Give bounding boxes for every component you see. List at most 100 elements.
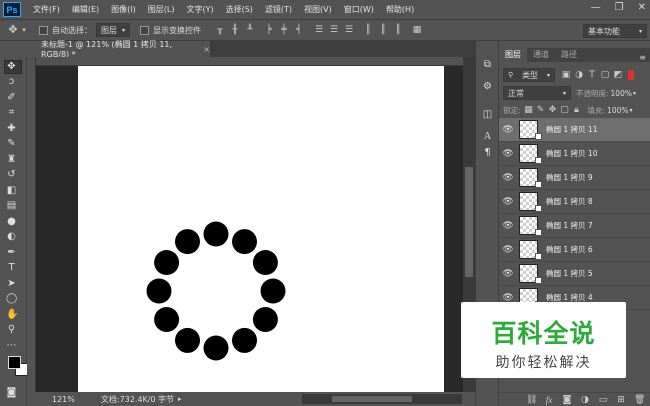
lock-all-icon[interactable]: 🔒︎ <box>572 105 582 115</box>
filter-pixel-icon[interactable]: ▣ <box>561 70 571 80</box>
opacity-value[interactable]: 100% <box>611 89 632 98</box>
document-canvas[interactable] <box>78 66 444 392</box>
adjustments-panel-icon[interactable]: ◫ <box>482 109 493 120</box>
ellipse-tool-icon[interactable]: ◯ <box>6 293 17 304</box>
new-group-icon[interactable]: ▭ <box>598 395 608 405</box>
new-layer-icon[interactable]: ⊞ <box>616 395 626 405</box>
quick-select-tool-icon[interactable]: ✐ <box>6 92 17 103</box>
visibility-eye-icon[interactable]: 👁︎ <box>499 269 517 279</box>
filter-adjustment-icon[interactable]: ◑ <box>574 70 584 80</box>
ellipse-shape[interactable] <box>232 327 257 353</box>
tool-preset-chevron-icon[interactable]: ▾ <box>19 25 29 35</box>
auto-select-dropdown[interactable]: 图层 ▾ <box>96 23 130 37</box>
blur-tool-icon[interactable]: ● <box>6 216 17 227</box>
chevron-down-icon[interactable]: ▾ <box>633 90 636 97</box>
close-icon[interactable]: ✕ <box>638 2 646 13</box>
layer-row[interactable]: 👁︎ 椭圆 1 拷贝 5 <box>499 262 650 286</box>
show-transform-checkbox[interactable] <box>140 25 149 35</box>
menu-view[interactable]: 视图(V) <box>304 4 332 15</box>
history-panel-icon[interactable]: ⧉ <box>482 59 493 70</box>
visibility-eye-icon[interactable]: 👁︎ <box>499 293 517 303</box>
ellipse-shape[interactable] <box>203 221 229 247</box>
ellipse-shape[interactable] <box>203 335 229 361</box>
ellipse-shape[interactable] <box>154 250 180 275</box>
menu-type[interactable]: 文字(Y) <box>186 4 213 15</box>
align-right-icon[interactable]: ╡ <box>294 25 304 35</box>
layer-name[interactable]: 椭圆 1 拷贝 8 <box>546 196 593 207</box>
move-tool-icon[interactable]: ✥ <box>8 24 18 35</box>
filter-type-icon[interactable]: T <box>587 70 597 80</box>
align-hcenter-icon[interactable]: ╪ <box>279 25 289 35</box>
properties-panel-icon[interactable]: ⚙ <box>482 81 493 92</box>
gradient-tool-icon[interactable]: ▤ <box>6 200 17 211</box>
auto-align-icon[interactable]: ▦ <box>412 25 422 35</box>
menu-help[interactable]: 帮助(H) <box>386 4 414 15</box>
layer-style-icon[interactable]: fx <box>544 395 554 405</box>
ellipse-shape[interactable] <box>252 307 278 332</box>
restore-icon[interactable]: ❐ <box>615 2 624 13</box>
layer-name[interactable]: 椭圆 1 拷贝 10 <box>546 148 597 159</box>
distribute-vcenter-icon[interactable]: ☰ <box>329 25 339 35</box>
lock-position-icon[interactable]: ✥ <box>548 105 558 115</box>
new-adjustment-icon[interactable]: ◑ <box>580 395 590 405</box>
layer-row[interactable]: 👁︎ 椭圆 1 拷贝 8 <box>499 190 650 214</box>
auto-select-checkbox[interactable] <box>39 25 48 35</box>
layer-name[interactable]: 椭圆 1 拷贝 6 <box>546 244 593 255</box>
close-tab-icon[interactable]: × <box>203 45 210 54</box>
menu-filter[interactable]: 滤镜(T) <box>265 4 292 15</box>
menu-select[interactable]: 选择(S) <box>226 4 253 15</box>
lock-image-icon[interactable]: ✎ <box>536 105 546 115</box>
fill-value[interactable]: 100% <box>607 106 628 115</box>
visibility-eye-icon[interactable]: 👁︎ <box>499 245 517 255</box>
clone-stamp-icon[interactable]: ♜ <box>6 154 17 165</box>
ellipse-shape[interactable] <box>232 229 257 255</box>
delete-layer-icon[interactable]: 🗑︎ <box>634 395 645 405</box>
layer-name[interactable]: 椭圆 1 拷贝 9 <box>546 172 593 183</box>
foreground-color-swatch[interactable] <box>8 356 21 369</box>
zoom-tool-icon[interactable]: ⚲ <box>6 324 17 335</box>
ellipse-shape[interactable] <box>154 307 180 332</box>
menu-edit[interactable]: 编辑(E) <box>72 4 99 15</box>
add-mask-icon[interactable]: ◙ <box>562 395 572 405</box>
layer-row[interactable]: 👁︎ 椭圆 1 拷贝 7 <box>499 214 650 238</box>
align-vcenter-icon[interactable]: ╫ <box>230 25 240 35</box>
visibility-eye-icon[interactable]: 👁︎ <box>499 221 517 231</box>
menu-layer[interactable]: 图层(L) <box>148 4 175 15</box>
zoom-level[interactable]: 121% <box>52 395 75 404</box>
layer-name[interactable]: 椭圆 1 拷贝 11 <box>546 124 597 135</box>
chevron-down-icon[interactable]: ▾ <box>630 107 633 114</box>
panel-menu-icon[interactable]: ≡ <box>639 53 646 62</box>
distribute-hcenter-icon[interactable]: ║ <box>378 25 388 35</box>
quick-mask-icon[interactable]: ◙ <box>6 387 17 398</box>
lock-transparent-icon[interactable]: ▦ <box>524 105 534 115</box>
document-tab[interactable]: 未标题-1 @ 121% (椭圆 1 拷贝 11, RGB/8) * × <box>27 40 210 59</box>
filter-kind-dropdown[interactable]: ⚲ 类型 ▾ <box>503 68 555 82</box>
layer-name[interactable]: 椭圆 1 拷贝 7 <box>546 220 593 231</box>
distribute-bottom-icon[interactable]: ☰ <box>344 25 354 35</box>
ellipse-shape[interactable] <box>175 327 200 353</box>
layer-row[interactable]: 👁︎ 椭圆 1 拷贝 10 <box>499 142 650 166</box>
minimize-icon[interactable]: — <box>591 2 601 13</box>
ellipse-shape[interactable] <box>260 278 286 304</box>
menu-window[interactable]: 窗口(W) <box>344 4 374 15</box>
align-bottom-icon[interactable]: ╨ <box>245 25 255 35</box>
visibility-eye-icon[interactable]: 👁︎ <box>499 173 517 183</box>
visibility-eye-icon[interactable]: 👁︎ <box>499 197 517 207</box>
dodge-tool-icon[interactable]: ◐ <box>6 231 17 242</box>
lasso-tool-icon[interactable]: ↄ <box>6 76 17 87</box>
blend-mode-dropdown[interactable]: 正常 ▾ <box>503 86 571 100</box>
brush-tool-icon[interactable]: ✎ <box>6 138 17 149</box>
pen-tool-icon[interactable]: ✒ <box>6 247 17 258</box>
path-select-icon[interactable]: ➤ <box>6 278 17 289</box>
link-layers-icon[interactable]: ⛓︎ <box>526 395 537 405</box>
horizontal-scrollbar[interactable] <box>302 394 462 404</box>
more-tools-icon[interactable]: ⋯ <box>6 340 17 351</box>
filter-shape-icon[interactable]: ▢ <box>600 70 610 80</box>
hand-tool-icon[interactable]: ✋ <box>6 309 18 320</box>
tab-layers[interactable]: 图层 <box>499 48 527 62</box>
layer-row[interactable]: 👁︎ 椭圆 1 拷贝 11 <box>499 118 650 142</box>
workspace-dropdown[interactable]: 基本功能 ▾ <box>583 24 647 38</box>
filter-toggle-switch[interactable] <box>628 70 634 80</box>
eraser-tool-icon[interactable]: ◧ <box>6 185 17 196</box>
vertical-scroll-thumb[interactable] <box>465 167 473 277</box>
